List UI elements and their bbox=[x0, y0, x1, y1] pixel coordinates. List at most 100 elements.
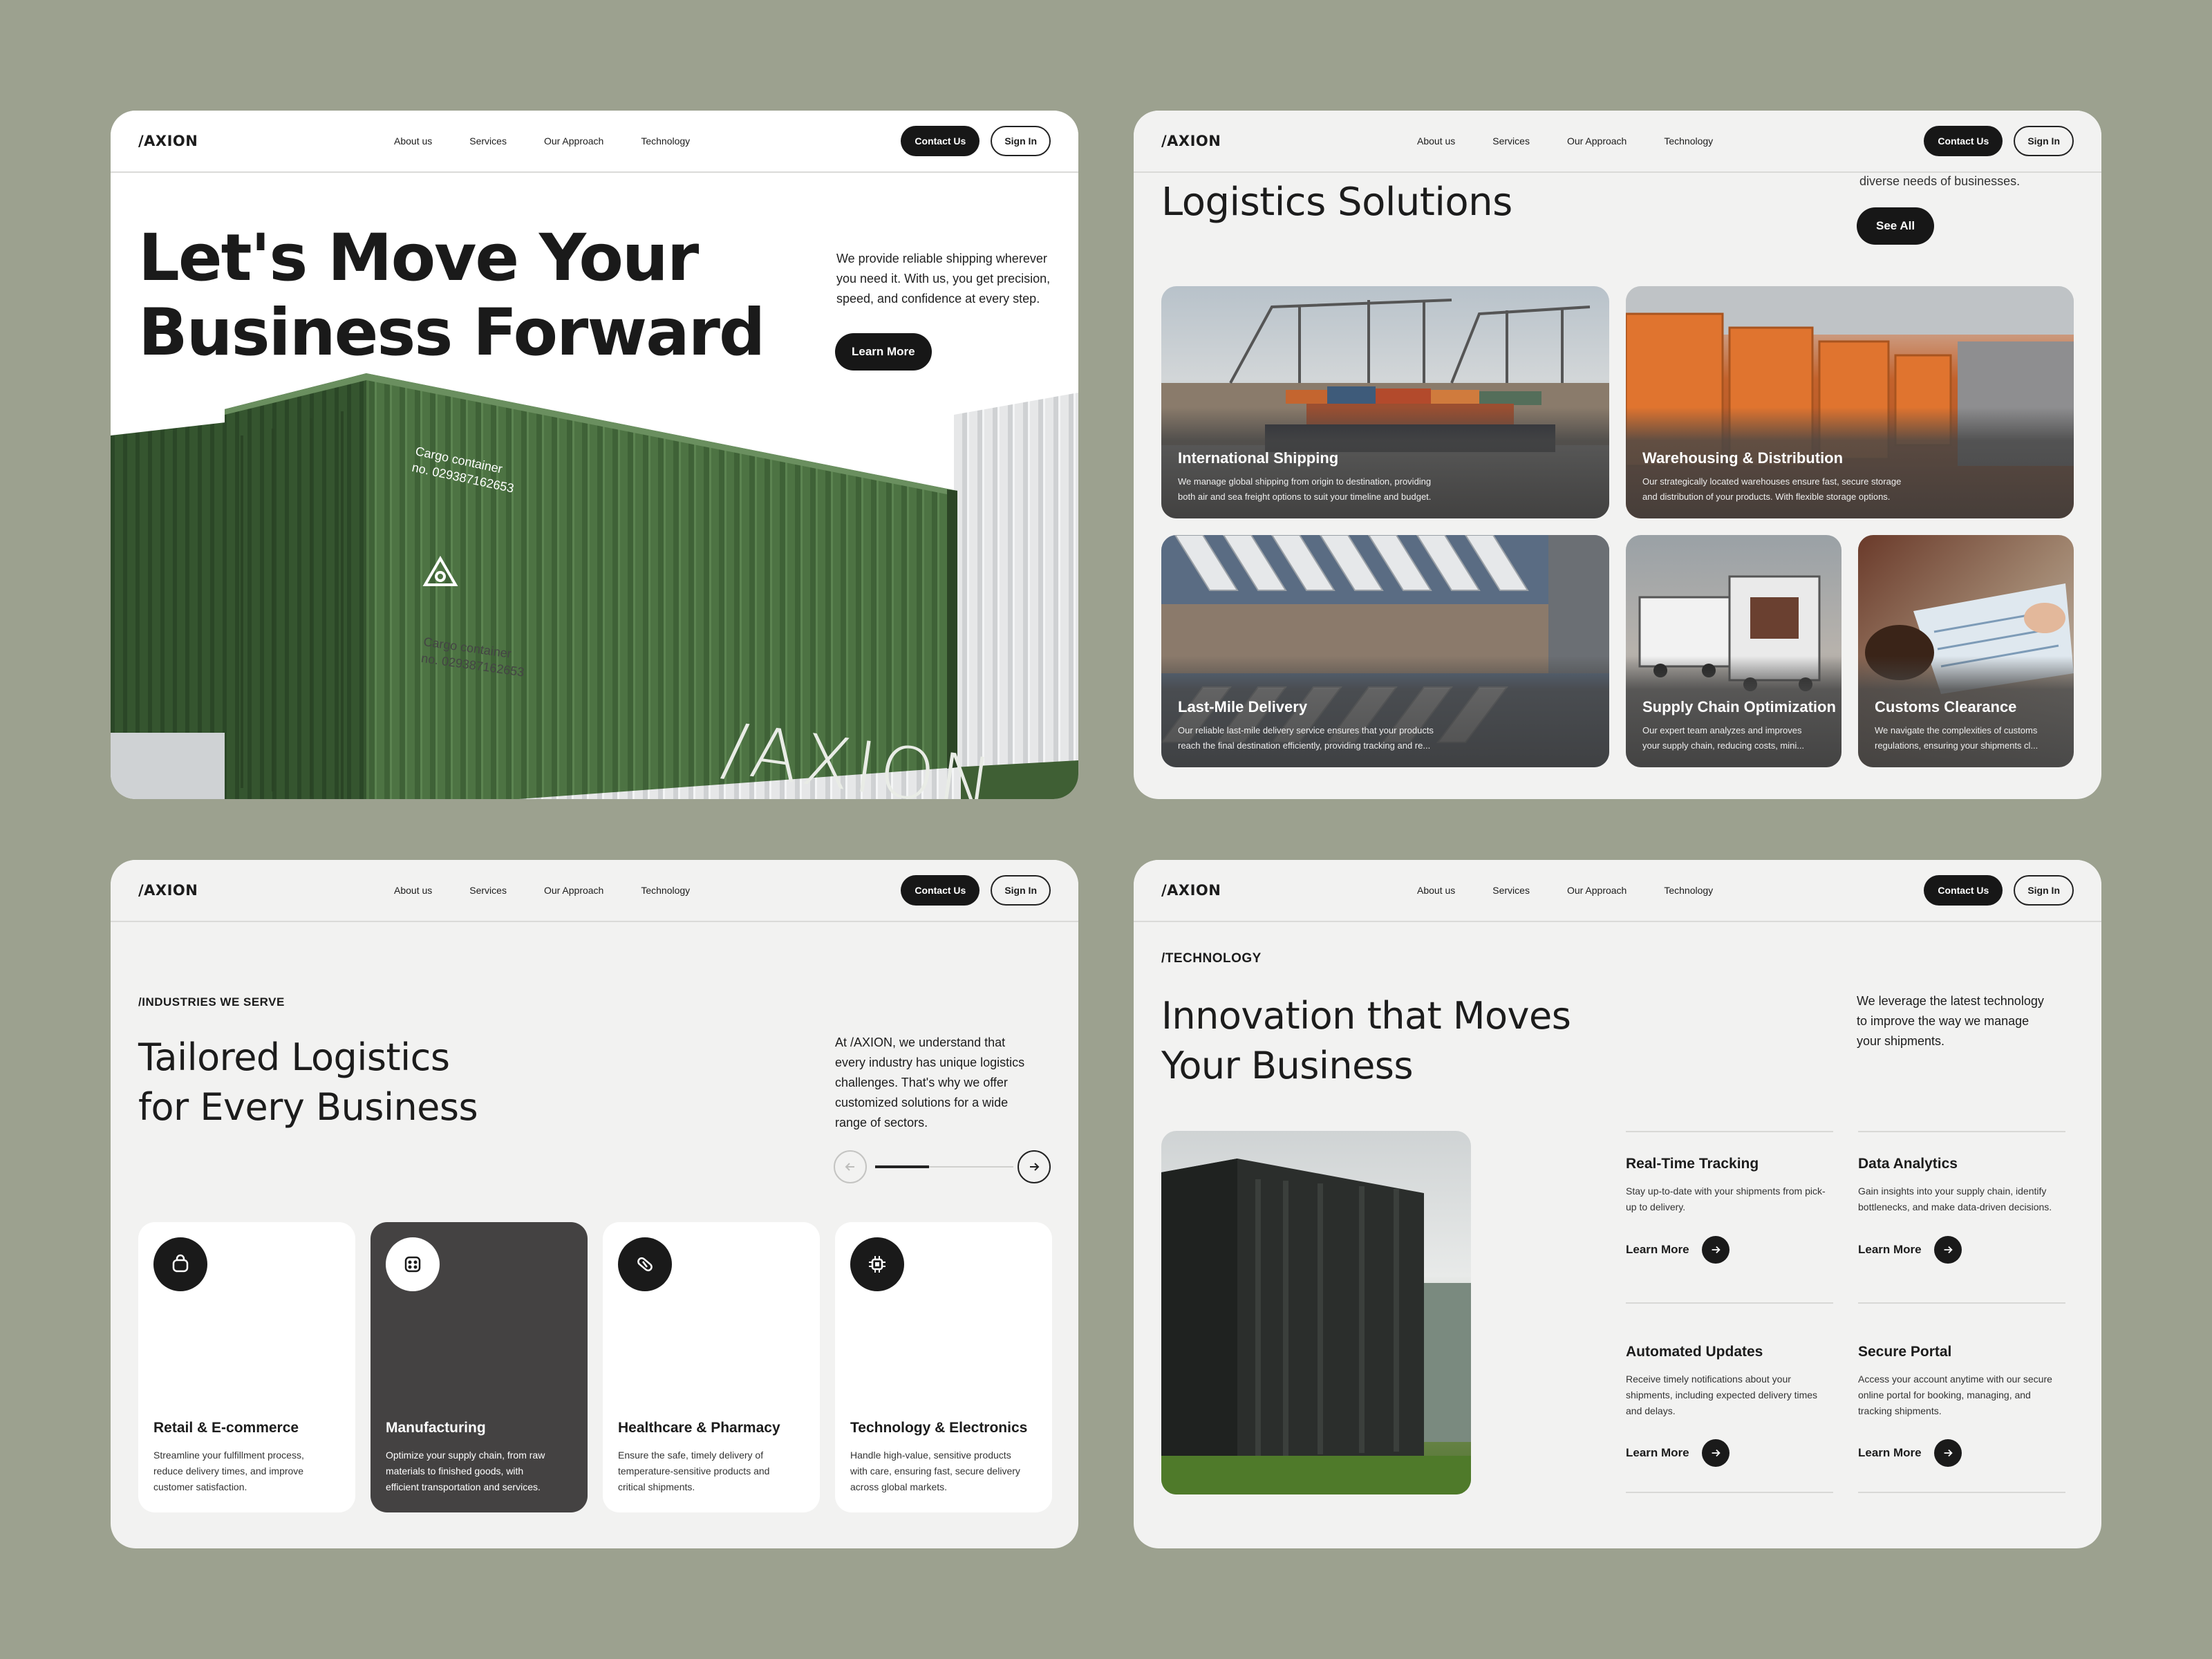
learn-more-link[interactable]: Learn More bbox=[1626, 1236, 1730, 1264]
chip-icon bbox=[850, 1237, 904, 1291]
service-card-international[interactable]: International Shipping We manage global … bbox=[1161, 286, 1609, 518]
card-description: Our strategically located warehouses ens… bbox=[1642, 476, 1902, 502]
black-container-image bbox=[1161, 1159, 1471, 1494]
nav-services[interactable]: Services bbox=[469, 885, 507, 896]
signin-button[interactable]: Sign In bbox=[991, 875, 1051, 906]
feature-title: Secure Portal bbox=[1858, 1344, 1952, 1360]
section-tag: /TECHNOLOGY bbox=[1161, 951, 1262, 966]
top-nav: /AXION About us Services Our Approach Te… bbox=[1134, 111, 2101, 173]
nav-about[interactable]: About us bbox=[1417, 135, 1455, 147]
feature-title: Real-Time Tracking bbox=[1626, 1156, 1759, 1172]
section-intro-text: diverse needs of businesses. bbox=[1859, 174, 2021, 188]
hero-panel: /AXION About us Services Our Approach Te… bbox=[111, 111, 1078, 799]
hero-title-line1: Let's Move Your bbox=[138, 221, 699, 296]
nav-technology[interactable]: Technology bbox=[1664, 135, 1713, 147]
contact-button[interactable]: Contact Us bbox=[901, 875, 980, 906]
contact-button[interactable]: Contact Us bbox=[1924, 875, 2003, 906]
nav-about[interactable]: About us bbox=[1417, 885, 1455, 896]
service-card-last-mile[interactable]: Last-Mile Delivery Our reliable last-mil… bbox=[1161, 535, 1609, 767]
feature-description: Access your account anytime with our sec… bbox=[1858, 1374, 2052, 1416]
card-title: Supply Chain Optimization bbox=[1642, 698, 1836, 715]
technology-panel: /AXION About us Services Our Approach Te… bbox=[1134, 860, 2101, 1548]
nav-approach[interactable]: Our Approach bbox=[1567, 135, 1627, 147]
section-title: Tailored Logistics for Every Business bbox=[138, 1035, 478, 1129]
industry-title: Retail & E-commerce bbox=[153, 1420, 299, 1436]
learn-more-button[interactable]: Learn More bbox=[835, 333, 932, 371]
arrow-right-icon bbox=[1701, 1236, 1730, 1264]
signin-button[interactable]: Sign In bbox=[991, 126, 1051, 156]
arrow-right-icon bbox=[1701, 1439, 1730, 1467]
nav-technology[interactable]: Technology bbox=[641, 135, 690, 147]
brand-logo[interactable]: /AXION bbox=[138, 882, 394, 899]
brand-logo[interactable]: /AXION bbox=[1161, 133, 1417, 149]
learn-more-link[interactable]: Learn More bbox=[1626, 1439, 1730, 1467]
top-nav: /AXION About us Services Our Approach Te… bbox=[111, 111, 1078, 173]
learn-more-link[interactable]: Learn More bbox=[1858, 1439, 1962, 1467]
learn-more-label: Learn More bbox=[1858, 1243, 1922, 1256]
arrow-left-icon bbox=[845, 1163, 854, 1171]
feature-data-analytics: Data Analytics Gain insights into your s… bbox=[1858, 1131, 2065, 1306]
feature-secure-portal: Secure Portal Access your account anytim… bbox=[1858, 1302, 2065, 1493]
contact-button[interactable]: Contact Us bbox=[901, 126, 980, 156]
carousel-controls bbox=[834, 1150, 1051, 1185]
service-card-customs[interactable]: Customs Clearance We navigate the comple… bbox=[1858, 535, 2074, 767]
industry-card-manufacturing[interactable]: Manufacturing Optimize your supply chain… bbox=[371, 1222, 588, 1512]
industry-description: Handle high-value, sensitive products wi… bbox=[850, 1450, 1020, 1492]
industry-card-healthcare[interactable]: Healthcare & Pharmacy Ensure the safe, t… bbox=[603, 1222, 820, 1512]
nav-approach[interactable]: Our Approach bbox=[1567, 885, 1627, 896]
signin-button[interactable]: Sign In bbox=[2014, 126, 2074, 156]
learn-more-link[interactable]: Learn More bbox=[1858, 1236, 1962, 1264]
contact-button[interactable]: Contact Us bbox=[1924, 126, 2003, 156]
nav-approach[interactable]: Our Approach bbox=[544, 135, 603, 147]
service-card-supply-chain[interactable]: Supply Chain Optimization Our expert tea… bbox=[1626, 535, 1841, 767]
solutions-panel: /AXION About us Services Our Approach Te… bbox=[1134, 111, 2101, 799]
nav-services[interactable]: Services bbox=[1492, 885, 1530, 896]
feature-description: Stay up-to-date with your shipments from… bbox=[1626, 1185, 1826, 1212]
learn-more-label: Learn More bbox=[1626, 1243, 1689, 1256]
card-description: Our expert team analyzes and improves yo… bbox=[1642, 725, 1805, 751]
signin-button[interactable]: Sign In bbox=[2014, 875, 2074, 906]
card-title: International Shipping bbox=[1178, 449, 1339, 467]
feature-title: Data Analytics bbox=[1858, 1156, 1958, 1172]
industries-panel: /AXION About us Services Our Approach Te… bbox=[111, 860, 1078, 1548]
brand-logo[interactable]: /AXION bbox=[1161, 882, 1417, 899]
industry-title: Healthcare & Pharmacy bbox=[618, 1420, 780, 1436]
industry-description: Streamline your fulfillment process, red… bbox=[153, 1450, 304, 1492]
card-title: Last-Mile Delivery bbox=[1178, 698, 1308, 715]
feature-automated-updates: Automated Updates Receive timely notific… bbox=[1626, 1302, 1833, 1493]
industry-card-technology[interactable]: Technology & Electronics Handle high-val… bbox=[835, 1222, 1052, 1512]
nav-services[interactable]: Services bbox=[469, 135, 507, 147]
prev-button[interactable] bbox=[834, 1150, 867, 1183]
factory-icon bbox=[386, 1237, 440, 1291]
industry-title: Technology & Electronics bbox=[850, 1420, 1028, 1436]
nav-services[interactable]: Services bbox=[1492, 135, 1530, 147]
industry-description: Ensure the safe, timely delivery of temp… bbox=[618, 1450, 770, 1492]
carousel-progress bbox=[875, 1165, 929, 1168]
section-title: Logistics Solutions bbox=[1161, 180, 1512, 225]
feature-description: Gain insights into your supply chain, id… bbox=[1858, 1185, 2052, 1212]
brand-logo[interactable]: /AXION bbox=[138, 133, 394, 149]
industry-description: Optimize your supply chain, from raw mat… bbox=[386, 1450, 545, 1492]
section-tag: /INDUSTRIES WE SERVE bbox=[138, 995, 285, 1009]
card-title: Warehousing & Distribution bbox=[1642, 449, 1844, 467]
industry-card-retail[interactable]: Retail & E-commerce Streamline your fulf… bbox=[138, 1222, 355, 1512]
arrow-right-icon bbox=[1030, 1163, 1040, 1171]
learn-more-label: Learn More bbox=[1858, 1446, 1922, 1459]
top-nav: /AXION About us Services Our Approach Te… bbox=[1134, 860, 2101, 922]
next-button[interactable] bbox=[1018, 1150, 1051, 1183]
card-description: We manage global shipping from origin to… bbox=[1178, 476, 1432, 502]
nav-about[interactable]: About us bbox=[394, 885, 432, 896]
card-title: Customs Clearance bbox=[1875, 698, 2017, 715]
see-all-button[interactable]: See All bbox=[1857, 207, 1935, 245]
section-description: At /AXION, we understand that every indu… bbox=[835, 1035, 1025, 1130]
feature-title: Automated Updates bbox=[1626, 1344, 1763, 1360]
nav-links: About us Services Our Approach Technolog… bbox=[394, 135, 901, 147]
feature-description: Receive timely notifications about your … bbox=[1626, 1374, 1818, 1416]
top-nav: /AXION About us Services Our Approach Te… bbox=[111, 860, 1078, 922]
hero-title-line2: Business Forward bbox=[138, 295, 765, 371]
service-card-warehousing[interactable]: Warehousing & Distribution Our strategic… bbox=[1626, 286, 2074, 518]
nav-technology[interactable]: Technology bbox=[641, 885, 690, 896]
nav-technology[interactable]: Technology bbox=[1664, 885, 1713, 896]
nav-about[interactable]: About us bbox=[394, 135, 432, 147]
nav-approach[interactable]: Our Approach bbox=[544, 885, 603, 896]
